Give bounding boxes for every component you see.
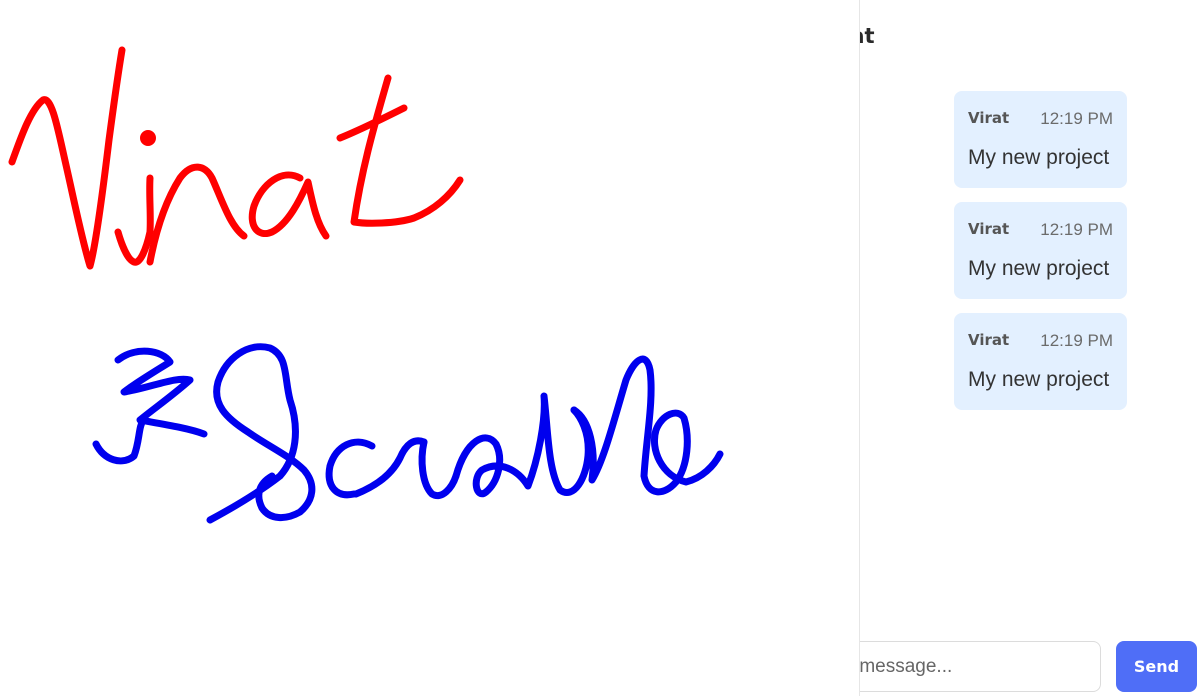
drawing-canvas[interactable] (0, 0, 860, 696)
message-author: Virat (968, 220, 1010, 238)
scribble-stroke-b1 (452, 392, 592, 498)
message-author: Virat (968, 331, 1010, 349)
virat-stroke-r (146, 163, 248, 266)
message-text: My new project (968, 368, 1110, 391)
chat-message: Virat 12:19 PM My new project (954, 91, 1127, 188)
scribble-stroke-i (418, 438, 460, 499)
chat-message: Virat 12:19 PM My new project (954, 313, 1127, 410)
handwriting-scribble (92, 343, 724, 524)
message-time: 12:19 PM (1040, 331, 1113, 350)
virat-stroke-a (248, 171, 330, 240)
message-text: My new project (968, 257, 1110, 280)
send-button[interactable]: Send (1116, 641, 1197, 692)
message-list[interactable]: Virat 12:19 PM My new project Virat 12:1… (954, 91, 1127, 424)
message-time: 12:19 PM (1040, 109, 1113, 128)
virat-stroke-t (350, 74, 464, 227)
canvas-drawing (8, 46, 724, 524)
chat-message: Virat 12:19 PM My new project (954, 202, 1127, 299)
scribble-stroke-b2 (570, 355, 724, 496)
message-author: Virat (968, 109, 1010, 127)
message-text: My new project (968, 146, 1110, 169)
virat-stroke-v (8, 46, 126, 270)
scribble-stroke-r (352, 437, 428, 498)
handwriting-virat (8, 46, 464, 270)
scribble-stroke-scratch (114, 347, 208, 438)
virat-dot (140, 130, 156, 146)
virat-stroke-i (114, 174, 154, 266)
message-time: 12:19 PM (1040, 220, 1113, 239)
scribble-stroke-S (206, 343, 316, 524)
scribble-stroke-hook (92, 414, 148, 465)
